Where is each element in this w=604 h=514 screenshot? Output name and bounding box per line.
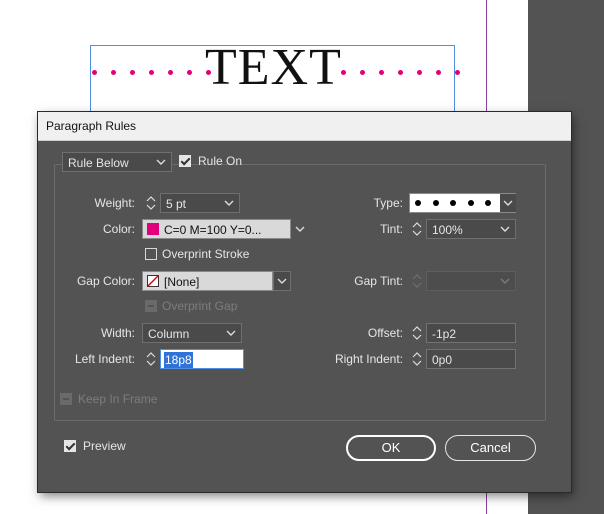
- right-indent-stepper-icon[interactable]: [410, 349, 424, 369]
- right-indent-label: Right Indent:: [334, 352, 403, 366]
- left-indent-stepper-icon[interactable]: [144, 349, 158, 369]
- tint-value: 100%: [432, 223, 463, 237]
- weight-stepper-icon[interactable]: [144, 193, 158, 213]
- overprint-stroke-label: Overprint Stroke: [162, 247, 250, 261]
- weight-value: 5 pt: [166, 197, 187, 211]
- overprint-gap-checkbox: [145, 300, 157, 312]
- gap-color-chevron-button[interactable]: [273, 271, 291, 291]
- tint-stepper-icon[interactable]: [410, 219, 424, 239]
- cancel-button[interactable]: Cancel: [445, 435, 536, 461]
- keep-in-frame-label: Keep In Frame: [78, 392, 158, 406]
- rule-on-label: Rule On: [198, 154, 243, 168]
- chevron-down-icon: [226, 330, 236, 336]
- frame-text: TEXT: [205, 39, 342, 96]
- chevron-down-icon: [277, 278, 287, 284]
- rule-on-checkbox[interactable]: [179, 155, 191, 167]
- dotted-stroke-preview: [413, 197, 493, 209]
- dialog-titlebar[interactable]: Paragraph Rules: [38, 112, 571, 141]
- weight-dropdown[interactable]: 5 pt: [160, 193, 240, 213]
- overprint-gap-label: Overprint Gap: [162, 299, 238, 313]
- left-indent-label: Left Indent:: [74, 352, 135, 366]
- offset-stepper-icon[interactable]: [410, 323, 424, 343]
- width-value: Column: [148, 327, 190, 341]
- gap-tint-dropdown: [426, 271, 516, 291]
- width-dropdown[interactable]: Column: [142, 323, 242, 343]
- color-label: Color:: [102, 222, 135, 236]
- rule-selector-value: Rule Below: [68, 156, 129, 170]
- dialog-title: Paragraph Rules: [46, 119, 137, 133]
- preview-label: Preview: [83, 439, 126, 453]
- gap-tint-stepper-icon: [412, 274, 422, 288]
- width-label: Width:: [100, 326, 135, 340]
- type-label: Type:: [373, 196, 403, 210]
- type-dropdown[interactable]: [409, 193, 516, 213]
- offset-value: -1p2: [432, 327, 457, 341]
- chevron-down-icon: [500, 278, 510, 284]
- chevron-down-icon: [224, 200, 234, 206]
- preview-checkbox[interactable]: [64, 440, 76, 452]
- color-swatch: [147, 223, 159, 235]
- gap-color-value: [None]: [164, 275, 200, 289]
- tint-label: Tint:: [380, 222, 403, 236]
- weight-label: Weight:: [94, 196, 135, 210]
- right-indent-input[interactable]: 0p0: [426, 349, 516, 369]
- offset-input[interactable]: -1p2: [426, 323, 516, 343]
- gap-color-dropdown[interactable]: [None]: [142, 271, 273, 291]
- color-value: C=0 M=100 Y=0...: [164, 223, 262, 237]
- ok-button[interactable]: OK: [346, 435, 436, 461]
- gap-tint-label: Gap Tint:: [354, 274, 403, 288]
- right-indent-value: 0p0: [432, 353, 453, 367]
- keep-in-frame-checkbox: [60, 393, 72, 405]
- chevron-down-icon: [156, 159, 166, 165]
- rule-selector-dropdown[interactable]: Rule Below: [62, 152, 172, 172]
- none-swatch-icon: [147, 275, 159, 287]
- offset-label: Offset:: [367, 326, 403, 340]
- color-dropdown[interactable]: C=0 M=100 Y=0...: [142, 219, 305, 239]
- chevron-down-icon: [295, 226, 305, 232]
- paragraph-rules-dialog: Paragraph Rules Rule Below Rule On Weigh…: [38, 112, 571, 492]
- paragraph-rule-left: [92, 64, 211, 80]
- left-indent-input[interactable]: 18p8: [160, 349, 244, 369]
- overprint-stroke-checkbox[interactable]: [145, 248, 157, 260]
- chevron-down-icon: [500, 226, 510, 232]
- left-indent-value: 18p8: [164, 352, 193, 368]
- gap-color-label: Gap Color:: [76, 274, 135, 288]
- tint-dropdown[interactable]: 100%: [426, 219, 516, 239]
- paragraph-rule-right: [341, 64, 460, 80]
- chevron-down-icon: [500, 194, 516, 212]
